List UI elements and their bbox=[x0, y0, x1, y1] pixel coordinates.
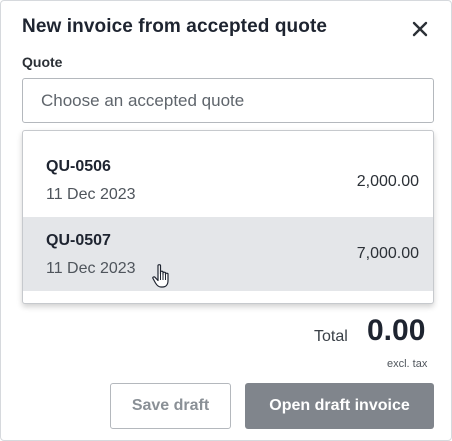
quote-option-date: 11 Dec 2023 bbox=[46, 260, 136, 277]
quote-option-amount: 2,000.00 bbox=[356, 173, 419, 190]
quote-dropdown-list: QU-0506 11 Dec 2023 2,000.00 QU-0507 11 … bbox=[22, 130, 434, 304]
total-label: Total bbox=[314, 328, 348, 345]
dialog-title: New invoice from accepted quote bbox=[22, 16, 328, 37]
quote-option[interactable]: QU-0507 11 Dec 2023 7,000.00 bbox=[23, 217, 433, 291]
quote-option-amount: 7,000.00 bbox=[356, 245, 419, 262]
quote-field-label: Quote bbox=[22, 54, 63, 70]
hand-pointer-cursor-icon bbox=[152, 264, 169, 288]
quote-option-code: QU-0506 bbox=[46, 158, 111, 175]
open-draft-invoice-button[interactable]: Open draft invoice bbox=[245, 383, 434, 429]
save-draft-button[interactable]: Save draft bbox=[110, 383, 231, 429]
total-value: 0.00 bbox=[367, 314, 426, 347]
invoice-dialog: New invoice from accepted quote Quote Ch… bbox=[0, 0, 452, 441]
quote-select-placeholder: Choose an accepted quote bbox=[41, 90, 245, 110]
quote-option-date: 11 Dec 2023 bbox=[46, 186, 136, 203]
tax-note: excl. tax bbox=[387, 358, 428, 370]
close-button[interactable] bbox=[407, 16, 433, 42]
quote-option-code: QU-0507 bbox=[46, 232, 111, 249]
quote-select[interactable]: Choose an accepted quote bbox=[22, 78, 434, 123]
close-icon bbox=[412, 21, 428, 37]
quote-option[interactable]: QU-0506 11 Dec 2023 2,000.00 bbox=[23, 143, 433, 217]
